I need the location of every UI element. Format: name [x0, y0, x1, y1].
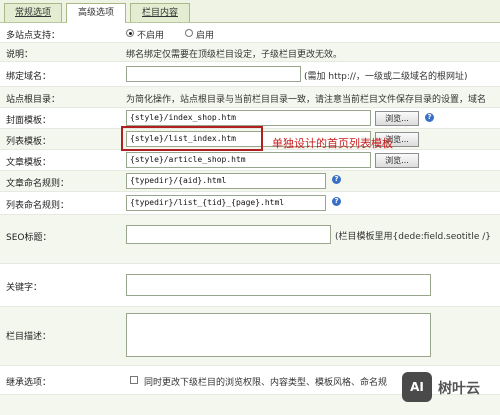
- description-label: 栏目描述：: [6, 332, 52, 342]
- note-label: 说明：: [6, 50, 34, 60]
- list-naming-input[interactable]: {typedir}/list_{tid}_{page}.html: [126, 195, 326, 211]
- domain-input[interactable]: [126, 66, 301, 82]
- tab-column-content[interactable]: 栏目内容: [130, 3, 190, 22]
- cover-template-input[interactable]: {style}/index_shop.htm: [126, 110, 371, 126]
- description-textarea[interactable]: [126, 313, 431, 357]
- cover-template-browse-button[interactable]: 浏览...: [375, 111, 419, 126]
- help-icon[interactable]: ?: [332, 175, 341, 184]
- tab-general[interactable]: 常规选项: [4, 3, 62, 22]
- radio-enable[interactable]: [185, 29, 193, 37]
- logo-text: 树叶云: [438, 381, 480, 397]
- row-siteroot: 站点根目录： 为简化操作，站点根目录与当前栏目目录一致，请注意当前栏目文件保存目…: [0, 87, 500, 108]
- list-template-label: 列表模板：: [6, 137, 52, 147]
- watermark-logo: AI 树叶云: [392, 368, 500, 412]
- row-seo-title: SEO标题： (栏目模板里用{dede:field.seotitle /}: [0, 215, 500, 264]
- inherit-text: 同时更改下级栏目的浏览权限、内容类型、模板风格、命名规: [144, 378, 388, 388]
- inherit-checkbox[interactable]: [130, 376, 138, 384]
- row-article-naming: 文章命名规则： {typedir}/{aid}.html ?: [0, 171, 500, 192]
- radio-disable[interactable]: [126, 29, 134, 37]
- highlight-box: [121, 126, 263, 151]
- multisite-label: 多站点支持：: [6, 31, 61, 41]
- radio-enable-label: 启用: [196, 31, 215, 41]
- tab-label: 常规选项: [14, 8, 51, 18]
- row-list-naming: 列表命名规则： {typedir}/list_{tid}_{page}.html…: [0, 192, 500, 215]
- keywords-label: 关键字：: [6, 283, 43, 293]
- cover-template-label: 封面模板：: [6, 116, 52, 126]
- article-template-label: 文章模板：: [6, 158, 52, 168]
- domain-hint: (需加 http://，一级或二级域名的根网址): [304, 72, 468, 82]
- row-domain: 绑定域名： (需加 http://，一级或二级域名的根网址): [0, 62, 500, 87]
- row-article-template: 文章模板： {style}/article_shop.htm 浏览...: [0, 150, 500, 171]
- annotation-text: 单独设计的首页列表模板: [272, 137, 393, 150]
- domain-label: 绑定域名：: [6, 72, 52, 82]
- keywords-input[interactable]: [126, 274, 431, 296]
- row-keywords: 关键字：: [0, 264, 500, 307]
- tab-advanced[interactable]: 高级选项: [66, 3, 126, 23]
- list-naming-label: 列表命名规则：: [6, 201, 70, 211]
- article-naming-label: 文章命名规则：: [6, 179, 70, 189]
- tab-bar: 常规选项 高级选项 栏目内容: [0, 0, 500, 23]
- row-multisite: 多站点支持： 不启用 启用: [0, 24, 500, 43]
- tab-label: 高级选项: [77, 8, 114, 18]
- siteroot-label: 站点根目录：: [6, 95, 61, 105]
- inherit-label: 继承选项：: [6, 378, 52, 388]
- siteroot-text: 为简化操作，站点根目录与当前栏目目录一致，请注意当前栏目文件保存目录的设置，域名: [126, 95, 487, 105]
- seo-title-label: SEO标题：: [6, 233, 52, 243]
- row-note: 说明： 绑名绑定仅需要在顶级栏目设定，子级栏目更改无效。: [0, 43, 500, 62]
- seo-title-hint: (栏目模板里用{dede:field.seotitle /}: [335, 232, 491, 242]
- seo-title-input[interactable]: [126, 225, 331, 244]
- radio-disable-label: 不启用: [137, 31, 165, 41]
- help-icon[interactable]: ?: [425, 113, 434, 122]
- article-template-input[interactable]: {style}/article_shop.htm: [126, 152, 371, 168]
- logo-icon: AI: [402, 372, 432, 402]
- article-template-browse-button[interactable]: 浏览...: [375, 153, 419, 168]
- row-description: 栏目描述：: [0, 307, 500, 366]
- note-text: 绑名绑定仅需要在顶级栏目设定，子级栏目更改无效。: [126, 50, 343, 60]
- help-icon[interactable]: ?: [332, 197, 341, 206]
- tab-label: 栏目内容: [141, 8, 178, 18]
- article-naming-input[interactable]: {typedir}/{aid}.html: [126, 173, 326, 189]
